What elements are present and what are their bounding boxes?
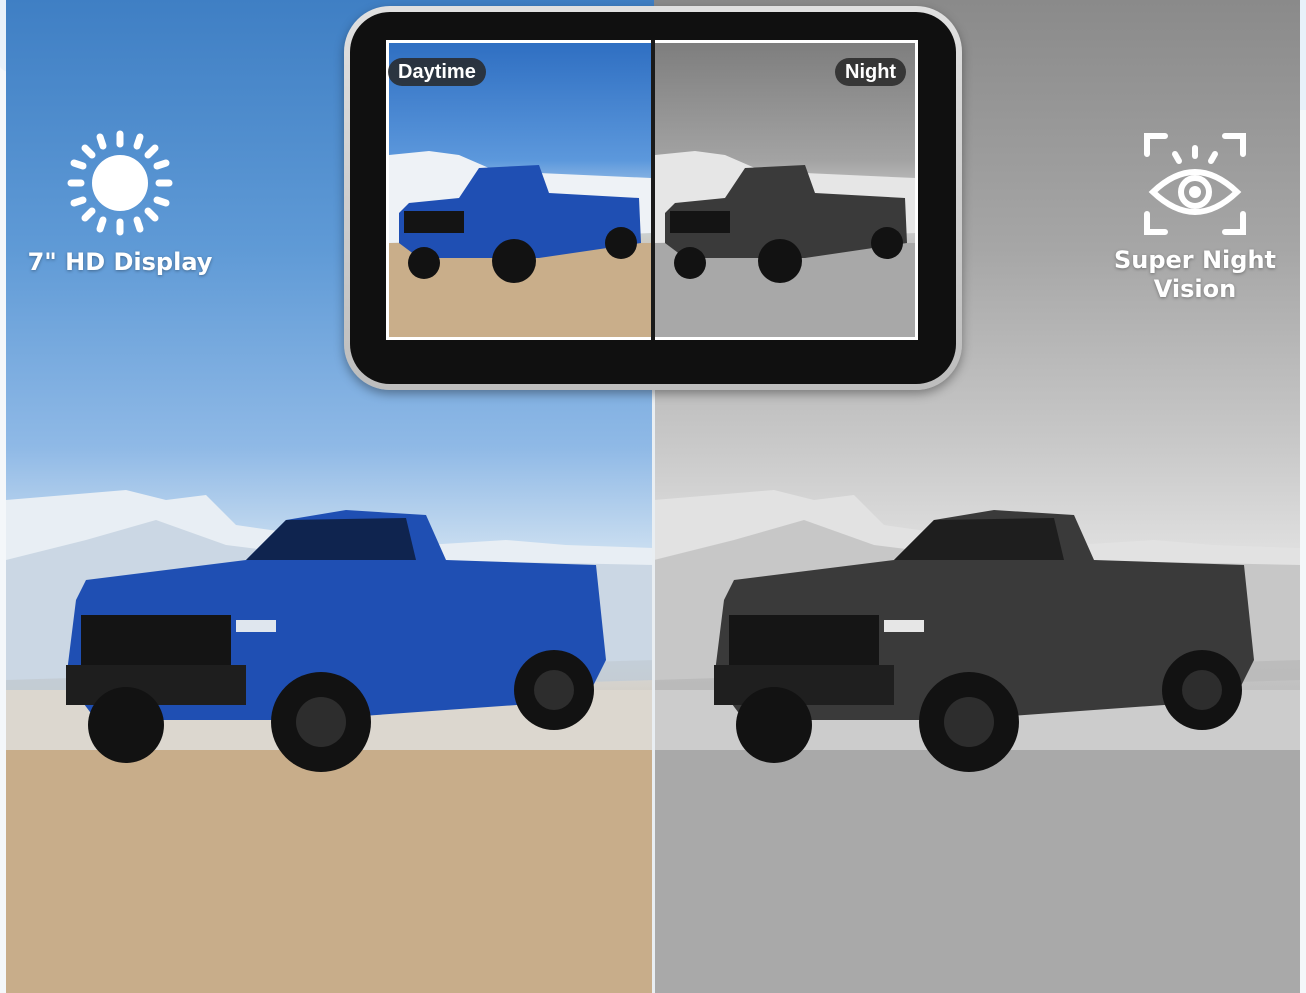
screen-night-image <box>655 151 915 337</box>
screen-night-view <box>655 43 915 337</box>
hd-display-feature: 7" HD Display <box>20 128 220 277</box>
sun-icon <box>67 130 173 236</box>
screen-daytime-image <box>389 151 651 337</box>
screen-daytime-view <box>389 43 651 337</box>
night-badge: Night <box>835 58 907 86</box>
hd-display-label: 7" HD Display <box>27 248 213 276</box>
eye-scan-icon <box>1144 133 1246 235</box>
daytime-badge: Daytime <box>388 58 486 86</box>
night-vision-feature: Super Night Vision <box>1105 132 1285 304</box>
panel-divider <box>652 390 655 993</box>
night-vision-label-line1: Super Night <box>1113 246 1277 274</box>
night-vision-label-line2: Vision <box>1153 275 1237 303</box>
